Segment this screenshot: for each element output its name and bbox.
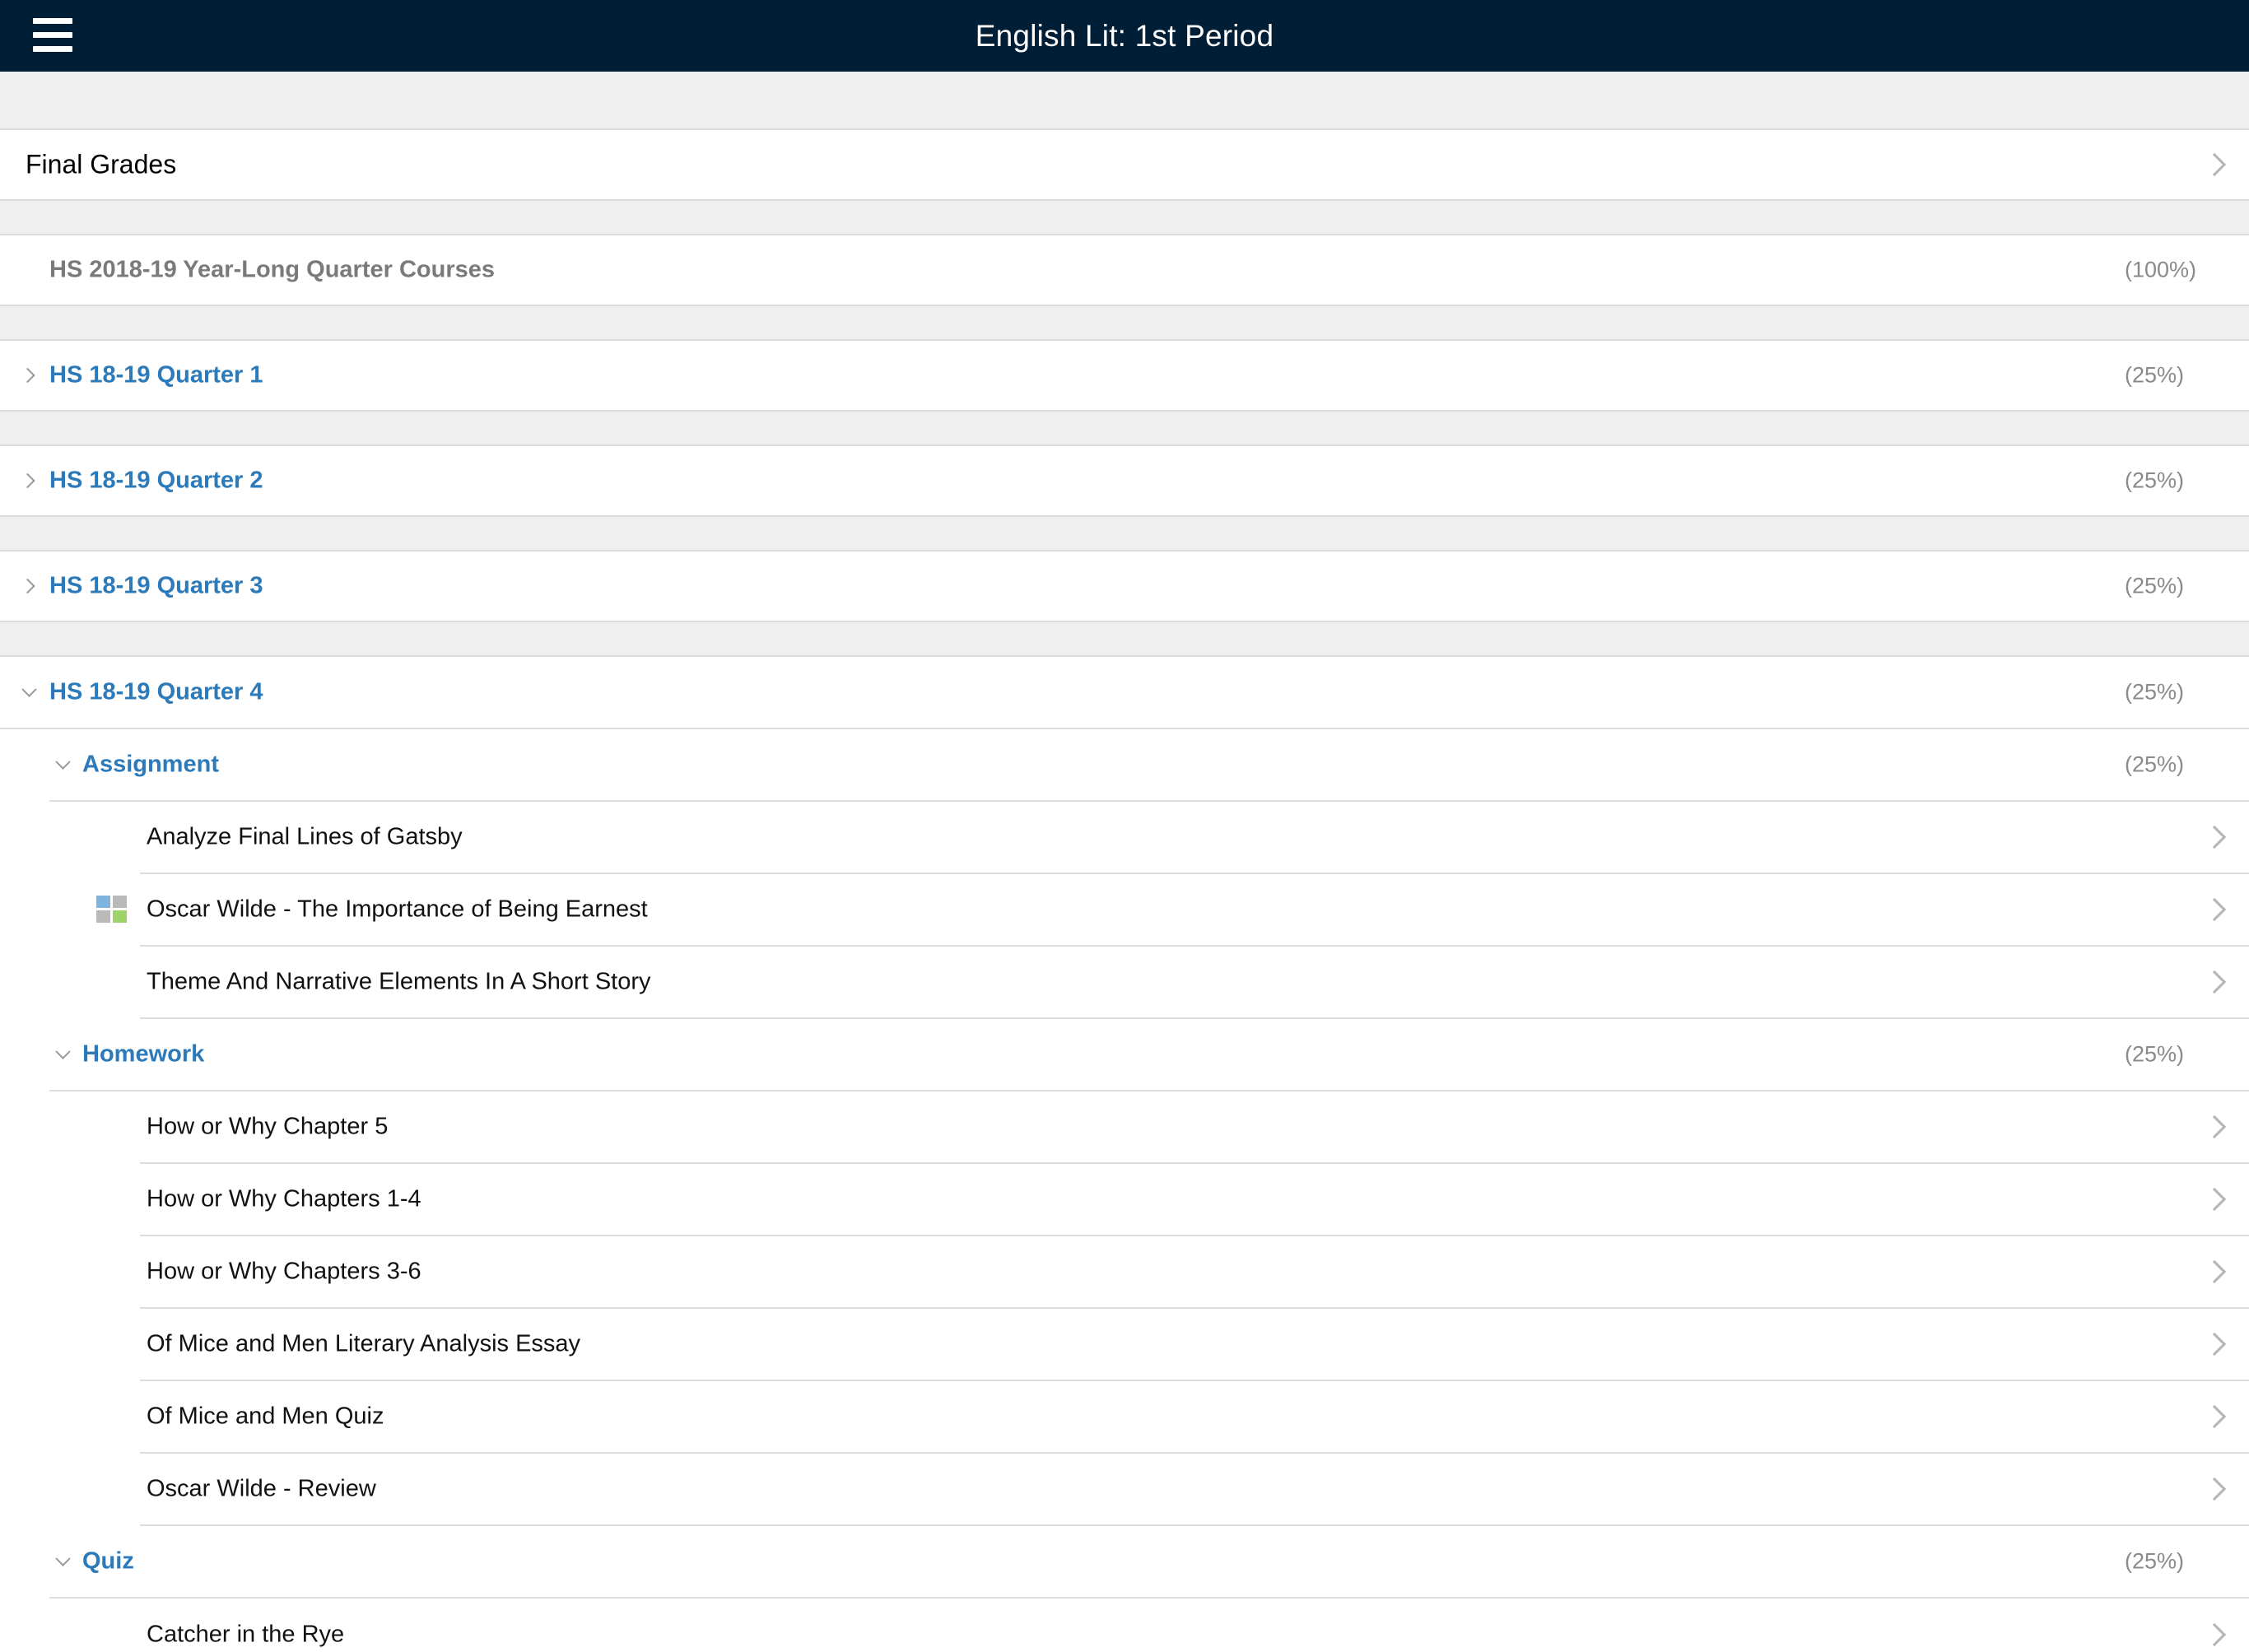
chevron-right-icon[interactable] <box>20 578 35 594</box>
category-weight: (25%) <box>2125 1041 2185 1067</box>
quarter-row-1[interactable]: HS 18-19 Quarter 1 (25%) <box>0 339 2249 412</box>
page-title: English Lit: 1st Period <box>975 18 1274 53</box>
category-label: Homework <box>82 1040 205 1068</box>
gradebook-app: English Lit: 1st Period Final Grades HS … <box>0 0 2249 1652</box>
chevron-right-icon[interactable] <box>20 367 35 384</box>
quarter-weight: (25%) <box>2125 679 2185 705</box>
chevron-right-icon <box>2202 1259 2227 1284</box>
hamburger-icon[interactable] <box>33 18 74 53</box>
quarter-label: HS 18-19 Quarter 1 <box>49 361 263 389</box>
chevron-right-icon <box>2202 825 2227 849</box>
chevron-right-icon <box>2202 897 2227 922</box>
list-item[interactable]: How or Why Chapters 3-6 <box>140 1236 2249 1309</box>
chevron-right-icon <box>2202 970 2227 994</box>
quarter-label: HS 18-19 Quarter 3 <box>49 572 263 599</box>
quarter-weight: (25%) <box>2125 362 2185 388</box>
course-label: HS 2018-19 Year-Long Quarter Courses <box>49 256 496 283</box>
item-label: Of Mice and Men Quiz <box>147 1403 384 1430</box>
quarter-label: HS 18-19 Quarter 2 <box>49 467 263 494</box>
quarter-weight: (25%) <box>2125 468 2185 493</box>
list-item[interactable]: How or Why Chapter 5 <box>140 1091 2249 1164</box>
chevron-right-icon <box>2202 1187 2227 1212</box>
category-label: Assignment <box>82 751 219 778</box>
chevron-right-icon <box>2202 152 2227 177</box>
chevron-down-icon[interactable] <box>55 754 71 770</box>
quarter-4-section: HS 18-19 Quarter 4 (25%) Assignment (25%… <box>0 655 2249 1652</box>
course-weight: (100%) <box>2125 257 2197 282</box>
grid-icon <box>96 896 128 924</box>
item-label: Of Mice and Men Literary Analysis Essay <box>147 1330 581 1357</box>
category-label: Quiz <box>82 1547 134 1575</box>
category-weight: (25%) <box>2125 1548 2185 1574</box>
category-row-assignment[interactable]: Assignment (25%) <box>49 729 2249 802</box>
list-item[interactable]: Analyze Final Lines of Gatsby <box>140 802 2249 874</box>
quarter-row-2[interactable]: HS 18-19 Quarter 2 (25%) <box>0 444 2249 517</box>
chevron-right-icon <box>2202 1622 2227 1647</box>
chevron-down-icon[interactable] <box>55 1551 71 1566</box>
chevron-right-icon <box>2202 1115 2227 1139</box>
list-item[interactable]: Of Mice and Men Literary Analysis Essay <box>140 1309 2249 1381</box>
chevron-down-icon[interactable] <box>55 1044 71 1059</box>
list-item[interactable]: Of Mice and Men Quiz <box>140 1381 2249 1454</box>
top-bar: English Lit: 1st Period <box>0 0 2249 72</box>
chevron-right-icon <box>2202 1332 2227 1357</box>
item-label: Theme And Narrative Elements In A Short … <box>147 968 651 995</box>
item-label: How or Why Chapters 1-4 <box>147 1185 421 1212</box>
final-grades-label: Final Grades <box>26 149 177 179</box>
item-label: Catcher in the Rye <box>147 1621 345 1648</box>
quarter-weight: (25%) <box>2125 573 2185 598</box>
list-item[interactable]: Oscar Wilde - Review <box>140 1454 2249 1526</box>
item-label: Analyze Final Lines of Gatsby <box>147 823 463 850</box>
list-item[interactable]: How or Why Chapters 1-4 <box>140 1164 2249 1236</box>
chevron-right-icon[interactable] <box>20 472 35 489</box>
category-weight: (25%) <box>2125 752 2185 777</box>
item-label: Oscar Wilde - Review <box>147 1475 376 1502</box>
chevron-right-icon <box>2202 1404 2227 1429</box>
item-label: Oscar Wilde - The Importance of Being Ea… <box>147 896 648 923</box>
quarter-row-4[interactable]: HS 18-19 Quarter 4 (25%) <box>0 657 2249 729</box>
list-item[interactable]: Catcher in the Rye <box>140 1598 2249 1652</box>
final-grades-row[interactable]: Final Grades <box>0 128 2249 201</box>
quarter-label: HS 18-19 Quarter 4 <box>49 678 263 705</box>
list-item[interactable]: Oscar Wilde - The Importance of Being Ea… <box>96 874 2249 947</box>
course-row: HS 2018-19 Year-Long Quarter Courses (10… <box>0 234 2249 306</box>
chevron-right-icon <box>2202 1477 2227 1501</box>
category-row-quiz[interactable]: Quiz (25%) <box>49 1526 2249 1598</box>
item-label: How or Why Chapters 3-6 <box>147 1258 421 1285</box>
quarter-row-3[interactable]: HS 18-19 Quarter 3 (25%) <box>0 550 2249 622</box>
list-item[interactable]: Theme And Narrative Elements In A Short … <box>140 947 2249 1019</box>
item-label: How or Why Chapter 5 <box>147 1113 389 1140</box>
chevron-down-icon[interactable] <box>21 682 37 697</box>
category-row-homework[interactable]: Homework (25%) <box>49 1019 2249 1091</box>
